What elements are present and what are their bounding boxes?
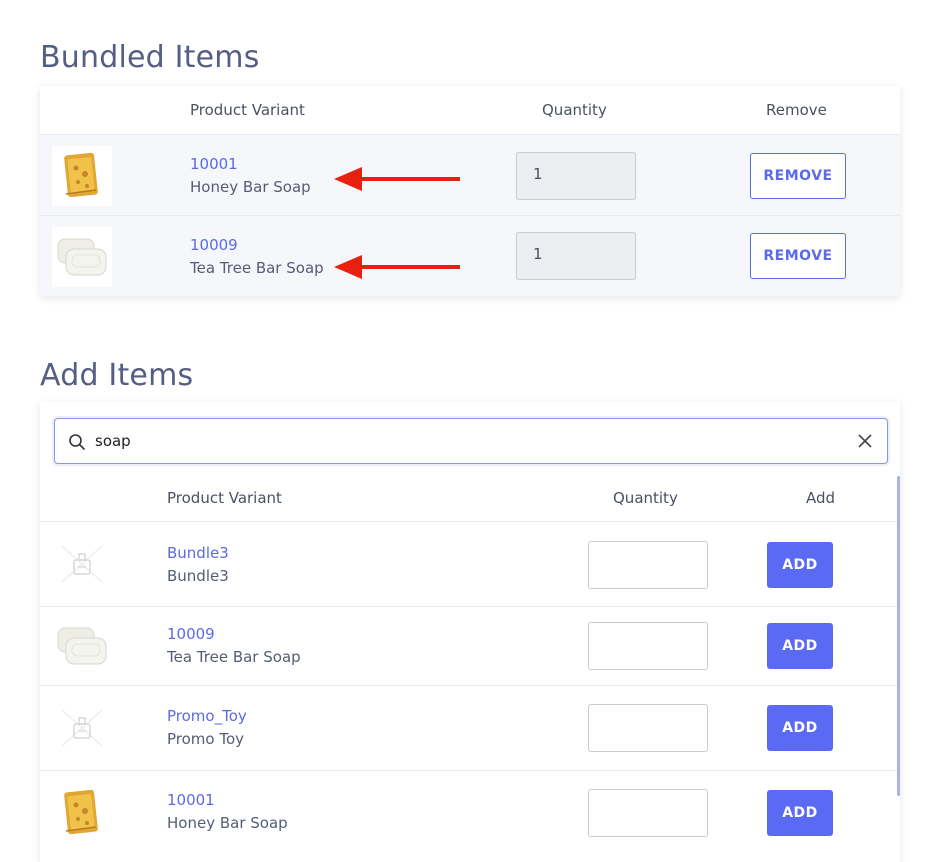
variant-id-link[interactable]: 10001: [167, 791, 215, 809]
search-input[interactable]: [95, 429, 835, 453]
variant-name: Tea Tree Bar Soap: [190, 259, 324, 277]
column-header-product-variant: Product Variant: [190, 101, 305, 119]
add-table-header: Product Variant Quantity Add: [40, 474, 900, 522]
remove-button[interactable]: REMOVE: [750, 233, 846, 279]
column-header-remove: Remove: [766, 101, 827, 119]
add-row-promo-toy: Promo_Toy Promo Toy ADD: [40, 685, 900, 770]
add-row-10009: 10009 Tea Tree Bar Soap ADD: [40, 606, 900, 685]
annotation-arrow-icon: [334, 255, 460, 279]
variant-name: Honey Bar Soap: [167, 814, 288, 832]
remove-button[interactable]: REMOVE: [750, 153, 846, 199]
variant-name: Honey Bar Soap: [190, 178, 311, 196]
add-items-title: Add Items: [40, 358, 194, 393]
quantity-input[interactable]: [588, 789, 708, 837]
tea-tree-soap-thumbnail: [52, 616, 112, 676]
bundled-row-10001: 10001 Honey Bar Soap 1 REMOVE: [40, 134, 900, 215]
add-items-list: Bundle3 Bundle3 ADD 10009 Tea Tree Bar S…: [40, 521, 900, 855]
close-icon[interactable]: [857, 433, 873, 449]
variant-id-link[interactable]: 10009: [167, 625, 215, 643]
quantity-input[interactable]: [588, 622, 708, 670]
annotation-arrow-icon: [334, 167, 460, 191]
variant-name: Promo Toy: [167, 730, 245, 748]
honey-soap-thumbnail: [52, 146, 112, 206]
add-row-10001: 10001 Honey Bar Soap ADD: [40, 770, 900, 855]
variant-id-link[interactable]: Bundle3: [167, 544, 229, 562]
add-button[interactable]: ADD: [767, 542, 833, 588]
column-header-product-variant: Product Variant: [167, 489, 282, 507]
column-header-quantity: Quantity: [542, 101, 607, 119]
variant-name: Tea Tree Bar Soap: [167, 648, 301, 666]
list-scrollbar[interactable]: [897, 476, 900, 796]
placeholder-image-icon: [52, 534, 112, 594]
bundled-table-header: Product Variant Quantity Remove: [40, 86, 900, 134]
variant-id-link[interactable]: 10001: [190, 155, 238, 173]
variant-name: Bundle3: [167, 567, 229, 585]
quantity-input[interactable]: [588, 704, 708, 752]
variant-id-link[interactable]: 10009: [190, 236, 238, 254]
column-header-quantity: Quantity: [613, 489, 678, 507]
add-items-panel: Product Variant Quantity Add Bundle3 Bun…: [40, 402, 900, 862]
placeholder-image-icon: [52, 698, 112, 758]
add-row-bundle3: Bundle3 Bundle3 ADD: [40, 521, 900, 606]
quantity-field[interactable]: 1: [516, 152, 636, 200]
search-box[interactable]: [54, 418, 888, 464]
add-button[interactable]: ADD: [767, 623, 833, 669]
bundled-row-10009: 10009 Tea Tree Bar Soap 1 REMOVE: [40, 215, 900, 296]
bundled-items-table: Product Variant Quantity Remove 10001 Ho…: [40, 86, 900, 296]
honey-soap-thumbnail: [52, 783, 112, 843]
add-button[interactable]: ADD: [767, 705, 833, 751]
add-button[interactable]: ADD: [767, 790, 833, 836]
tea-tree-soap-thumbnail: [52, 227, 112, 287]
column-header-add: Add: [806, 489, 836, 507]
search-icon: [69, 434, 85, 450]
bundled-items-title: Bundled Items: [40, 40, 260, 75]
quantity-input[interactable]: [588, 541, 708, 589]
quantity-field[interactable]: 1: [516, 232, 636, 280]
variant-id-link[interactable]: Promo_Toy: [167, 707, 247, 725]
